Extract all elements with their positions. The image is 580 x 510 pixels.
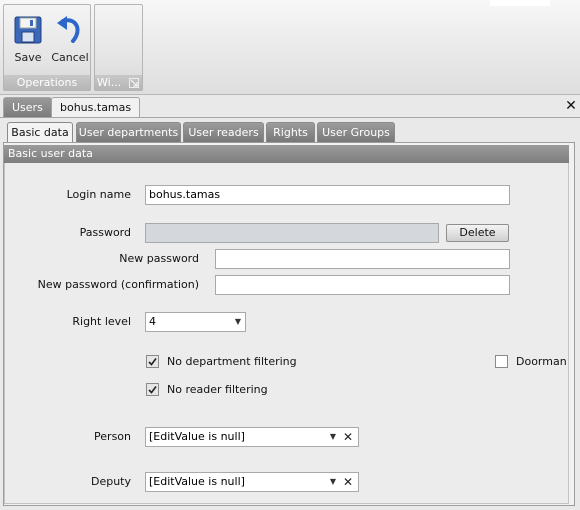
- login-name-field[interactable]: bohus.tamas: [145, 185, 510, 205]
- section-header: Basic user data: [4, 145, 569, 163]
- password-label: Password: [79, 226, 131, 239]
- tab-rights[interactable]: Rights: [266, 122, 315, 142]
- tab-user-readers[interactable]: User readers: [183, 122, 264, 142]
- new-password-field[interactable]: [215, 249, 510, 269]
- section-body: [4, 163, 569, 504]
- right-level-label: Right level: [72, 315, 131, 328]
- deputy-select[interactable]: [EditValue is null] ▼ ✕: [145, 472, 359, 492]
- dropdown-arrow-icon[interactable]: ▼: [235, 313, 241, 331]
- right-level-select[interactable]: 4 ▼: [145, 312, 246, 332]
- clear-icon[interactable]: ✕: [343, 428, 353, 446]
- tab-divider: [0, 117, 580, 118]
- clear-icon[interactable]: ✕: [343, 473, 353, 491]
- floppy-disk-icon: [14, 16, 42, 44]
- cancel-label: Cancel: [51, 51, 89, 64]
- tab-basic-data[interactable]: Basic data: [7, 122, 73, 143]
- deputy-label: Deputy: [90, 475, 131, 488]
- ribbon-group-window: Wi...: [94, 4, 143, 91]
- new-password-label: New password: [119, 252, 199, 265]
- undo-arrow-icon: [57, 16, 80, 43]
- tab-users[interactable]: Users: [3, 97, 52, 117]
- save-label: Save: [14, 51, 42, 64]
- checkmark-icon: [148, 386, 157, 394]
- login-name-label: Login name: [66, 188, 131, 201]
- password-field: [145, 223, 439, 243]
- delete-password-button[interactable]: Delete: [446, 224, 509, 242]
- new-password-confirmation-field[interactable]: [215, 275, 510, 295]
- tab-user-departments[interactable]: User departments: [76, 122, 181, 142]
- no-reader-filtering-label: No reader filtering: [167, 383, 268, 396]
- ribbon: Save Cancel Operations Wi...: [0, 0, 580, 95]
- dialog-launcher-icon[interactable]: [129, 78, 139, 88]
- ribbon-corner: [490, 0, 550, 6]
- save-button[interactable]: Save: [7, 11, 49, 67]
- new-password-confirmation-label: New password (confirmation): [37, 278, 199, 291]
- no-department-filtering-checkbox[interactable]: [146, 355, 159, 368]
- dropdown-arrow-icon[interactable]: ▼: [330, 428, 336, 446]
- ribbon-group-label: Operations: [4, 75, 90, 90]
- cancel-button[interactable]: Cancel: [49, 11, 91, 67]
- checkmark-icon: [148, 358, 157, 366]
- person-value: [EditValue is null]: [149, 430, 245, 443]
- tab-user-groups[interactable]: User Groups: [317, 122, 395, 142]
- right-level-value: 4: [149, 315, 156, 328]
- no-reader-filtering-checkbox[interactable]: [146, 383, 159, 396]
- doorman-checkbox[interactable]: [495, 355, 508, 368]
- dropdown-arrow-icon[interactable]: ▼: [330, 473, 336, 491]
- person-select[interactable]: [EditValue is null] ▼ ✕: [145, 427, 359, 447]
- close-icon[interactable]: ✕: [564, 98, 578, 114]
- person-label: Person: [94, 430, 131, 443]
- deputy-value: [EditValue is null]: [149, 475, 245, 488]
- ribbon-group-operations: Save Cancel Operations: [3, 4, 91, 91]
- no-department-filtering-label: No department filtering: [167, 355, 297, 368]
- tab-bohus-tamas[interactable]: bohus.tamas: [51, 97, 141, 118]
- doorman-label: Doorman: [516, 355, 567, 368]
